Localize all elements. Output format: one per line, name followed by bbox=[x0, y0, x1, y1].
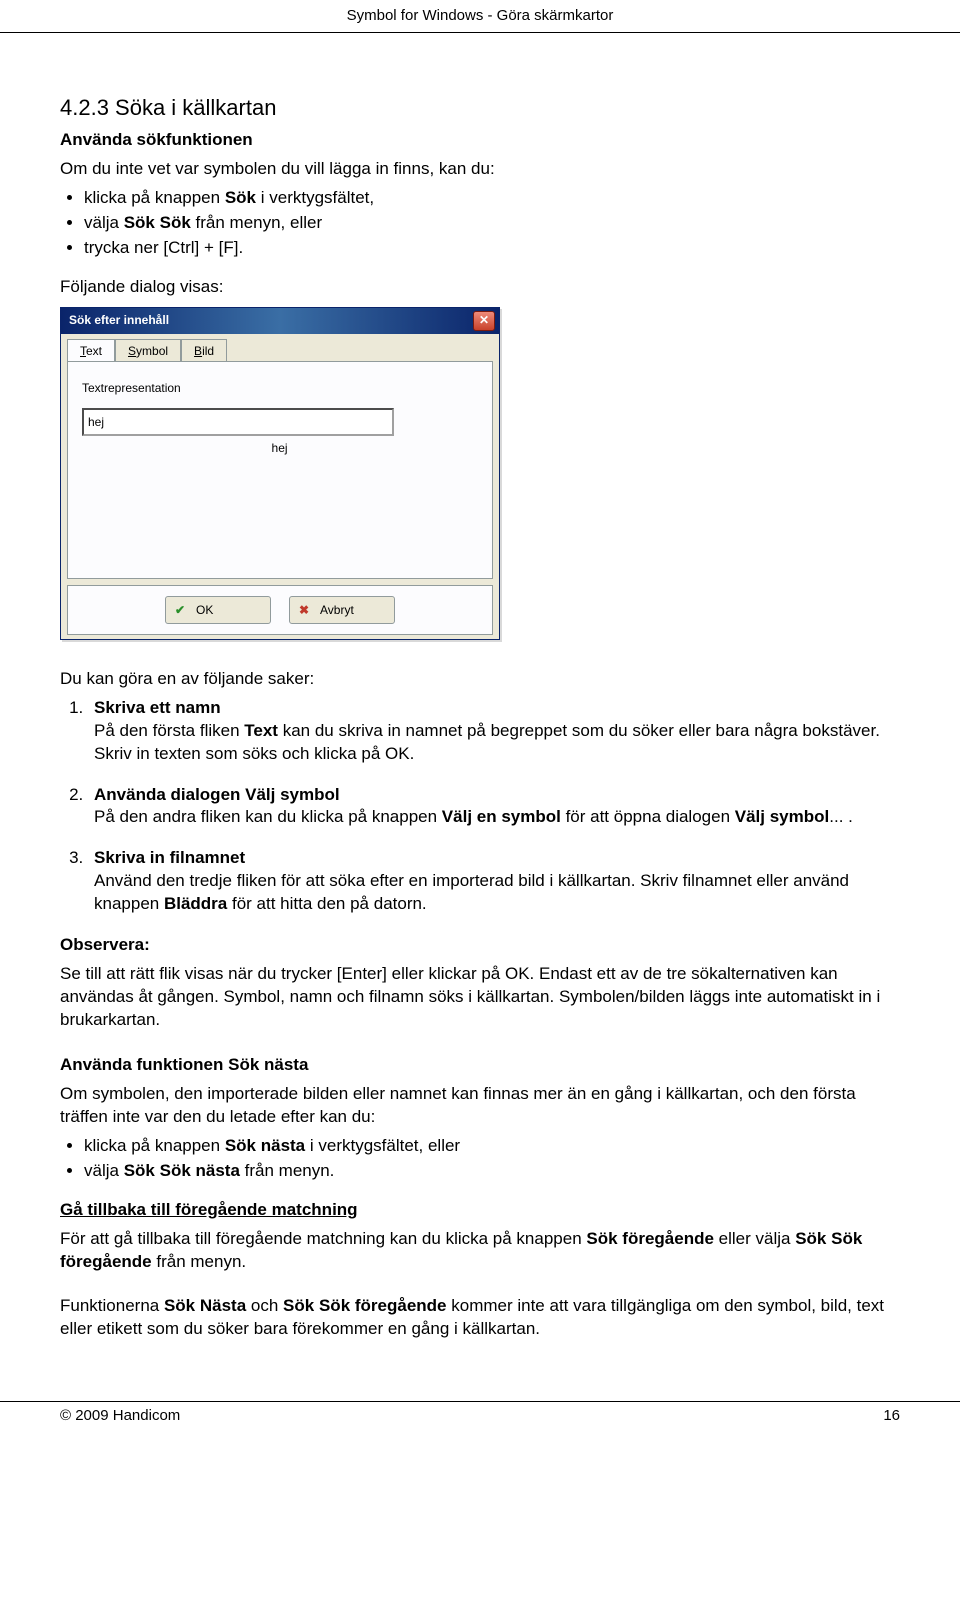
dialog-button-row: ✔ OK ✖ Avbryt bbox=[67, 585, 493, 635]
subsection-title-search: Använda sökfunktionen bbox=[60, 129, 900, 152]
num-item: Använda dialogen Välj symbol På den andr… bbox=[88, 784, 900, 830]
field-label: Textrepresentation bbox=[82, 380, 478, 396]
num-item: Skriva ett namn På den första fliken Tex… bbox=[88, 697, 900, 766]
subsection-title-next: Använda funktionen Sök nästa bbox=[60, 1054, 900, 1077]
section-heading: 4.2.3 Söka i källkartan bbox=[60, 93, 900, 123]
sub2-intro: Om symbolen, den importerade bilden elle… bbox=[60, 1083, 900, 1129]
search-dialog: Sök efter innehåll ✕ Text Symbol Bild Te… bbox=[60, 307, 500, 640]
dialog-title: Sök efter innehåll bbox=[69, 312, 169, 328]
num-item-body: På den första fliken Text kan du skriva … bbox=[94, 721, 880, 763]
close-icon[interactable]: ✕ bbox=[473, 311, 495, 331]
ok-button[interactable]: ✔ OK bbox=[165, 596, 271, 624]
num-item-body: Använd den tredje fliken för att söka ef… bbox=[94, 871, 849, 913]
preview-text: hej bbox=[272, 440, 288, 456]
cancel-label: Avbryt bbox=[320, 602, 354, 618]
dialog-titlebar[interactable]: Sök efter innehåll ✕ bbox=[61, 308, 499, 334]
num-item-body: På den andra fliken kan du klicka på kna… bbox=[94, 807, 853, 826]
check-icon: ✔ bbox=[172, 602, 188, 618]
bullet-item: trycka ner [Ctrl] + [F]. bbox=[84, 237, 900, 260]
tab-panel: Textrepresentation hej bbox=[67, 361, 493, 579]
observe-body: Se till att rätt flik visas när du tryck… bbox=[60, 963, 900, 1032]
page-footer: © 2009 Handicom 16 bbox=[0, 1401, 960, 1426]
final-paragraph: Funktionerna Sök Nästa och Sök Sök föreg… bbox=[60, 1295, 900, 1341]
bullet-item: välja Sök Sök från menyn, eller bbox=[84, 212, 900, 235]
cross-icon: ✖ bbox=[296, 602, 312, 618]
subsection-title-prev: Gå tillbaka till föregående matchning bbox=[60, 1199, 900, 1222]
page-header: Symbol for Windows - Göra skärmkartor bbox=[0, 0, 960, 33]
copyright: © 2009 Handicom bbox=[60, 1406, 180, 1426]
page-number: 16 bbox=[883, 1406, 900, 1426]
text-representation-input[interactable] bbox=[82, 408, 394, 436]
ok-label: OK bbox=[196, 602, 213, 618]
dialog-intro: Följande dialog visas: bbox=[60, 276, 900, 299]
bullet-item: klicka på knappen Sök nästa i verktygsfä… bbox=[84, 1135, 900, 1158]
bullet-item: välja Sök Sök nästa från menyn. bbox=[84, 1160, 900, 1183]
sub3-body: För att gå tillbaka till föregående matc… bbox=[60, 1228, 900, 1274]
instruction-bullets: klicka på knappen Sök i verktygsfältet, … bbox=[60, 187, 900, 260]
bullet-item: klicka på knappen Sök i verktygsfältet, bbox=[84, 187, 900, 210]
observe-label: Observera: bbox=[60, 934, 900, 957]
sub2-bullets: klicka på knappen Sök nästa i verktygsfä… bbox=[60, 1135, 900, 1183]
numbered-instructions: Skriva ett namn På den första fliken Tex… bbox=[60, 697, 900, 917]
intro-text: Om du inte vet var symbolen du vill lägg… bbox=[60, 158, 900, 181]
tab-bild[interactable]: Bild bbox=[181, 339, 227, 363]
cancel-button[interactable]: ✖ Avbryt bbox=[289, 596, 395, 624]
tab-symbol[interactable]: Symbol bbox=[115, 339, 181, 363]
tab-text[interactable]: Text bbox=[67, 339, 115, 363]
after-dialog-intro: Du kan göra en av följande saker: bbox=[60, 668, 900, 691]
num-item: Skriva in filnamnet Använd den tredje fl… bbox=[88, 847, 900, 916]
